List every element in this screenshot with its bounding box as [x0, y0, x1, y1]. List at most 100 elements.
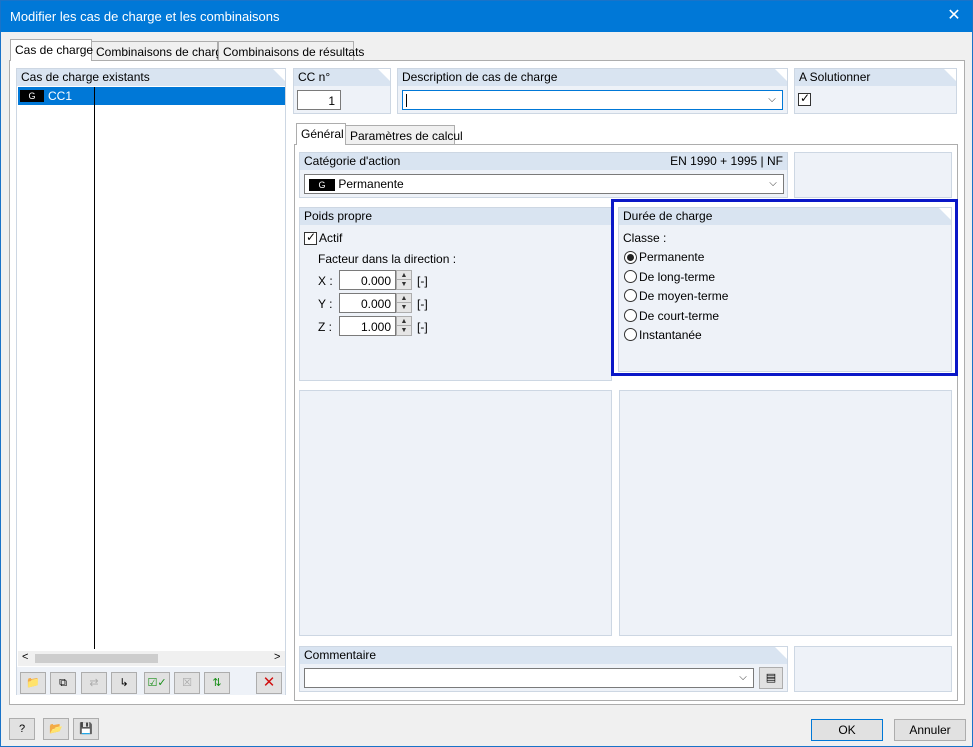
close-icon[interactable]: ✕ — [944, 6, 964, 26]
comment-combo[interactable]: ⌵ — [304, 668, 754, 688]
uncheck-icon: ☒ — [182, 677, 192, 689]
unit-label: [-] — [417, 320, 428, 334]
to-solve-panel: A Solutionner ✓ — [794, 68, 957, 114]
scroll-right-icon[interactable]: > — [274, 651, 280, 663]
axis-z-label: Z : — [318, 320, 332, 334]
self-weight-active-checkbox[interactable]: ✓ — [304, 230, 317, 245]
open-button[interactable]: 📂 — [43, 718, 69, 740]
axis-x-label: X : — [318, 274, 333, 288]
save-button[interactable]: 💾 — [73, 718, 99, 740]
self-weight-panel: Poids propre ✓ Actif Facteur dans la dir… — [299, 207, 612, 381]
empty-panel — [794, 646, 952, 692]
dialog-window: Modifier les cas de charge et les combin… — [0, 0, 973, 747]
factor-y-stepper[interactable]: ▲ ▼ — [396, 293, 412, 313]
scroll-thumb[interactable] — [35, 654, 158, 663]
spin-up-icon[interactable]: ▲ — [397, 317, 411, 326]
spin-up-icon[interactable]: ▲ — [397, 271, 411, 280]
cc-number-field[interactable]: 1 — [297, 90, 341, 110]
text-cursor — [406, 94, 407, 107]
horizontal-scrollbar[interactable]: < > — [18, 651, 285, 666]
cc-number-label: CC n° — [298, 70, 331, 84]
description-label: Description de cas de charge — [402, 70, 558, 84]
ok-button[interactable]: OK — [811, 719, 883, 741]
uncheck-button[interactable]: ☒ — [174, 672, 200, 694]
norm-label: EN 1990 + 1995 | NF — [670, 154, 783, 168]
chevron-down-icon[interactable]: ⌵ — [767, 178, 779, 190]
category-badge: G — [20, 90, 44, 102]
tab-load-cases[interactable]: Cas de charge — [10, 39, 94, 61]
renumber-button[interactable]: ⇄ — [81, 672, 107, 694]
copy-icon: ⧉ — [59, 677, 67, 689]
comment-panel: Commentaire ⌵ ▤ — [299, 646, 788, 692]
select-icon: ↳ — [119, 677, 129, 689]
new-load-case-icon: 📁 — [26, 677, 40, 689]
spin-up-icon[interactable]: ▲ — [397, 294, 411, 303]
toggle-check-icon: ⇅ — [212, 677, 222, 689]
description-panel: Description de cas de charge ⌵ — [397, 68, 788, 114]
factor-y-input[interactable]: 0.000 — [339, 293, 396, 313]
tab-calculation-parameters[interactable]: Paramètres de calcul — [345, 125, 463, 145]
chevron-down-icon[interactable]: ⌵ — [766, 94, 778, 106]
spin-down-icon[interactable]: ▼ — [397, 280, 411, 289]
delete-icon: ✕ — [262, 674, 276, 691]
library-icon: ▤ — [765, 672, 777, 684]
renumber-icon: ⇄ — [89, 677, 99, 689]
title-bar: Modifier les cas de charge et les combin… — [1, 1, 972, 32]
tab-label: Cas de charge — [15, 43, 94, 57]
select-button[interactable]: ↳ — [111, 672, 137, 694]
factor-label: Facteur dans la direction : — [318, 252, 457, 266]
empty-panel — [299, 390, 612, 636]
scroll-left-icon[interactable]: < — [22, 651, 28, 663]
delete-button[interactable]: ✕ — [256, 672, 282, 694]
factor-z-input[interactable]: 1.000 — [339, 316, 396, 336]
unit-label: [-] — [417, 297, 428, 311]
list-item[interactable]: G CC1 — [18, 87, 285, 105]
load-case-name: CC1 — [48, 89, 73, 103]
tab-label: Paramètres de calcul — [350, 129, 463, 143]
tab-load-combinations[interactable]: Combinaisons de charge — [91, 41, 229, 61]
tab-label: Général — [301, 127, 344, 141]
column-divider — [94, 87, 95, 649]
description-combo[interactable]: ⌵ — [402, 90, 783, 110]
help-button[interactable]: ? — [9, 718, 35, 740]
comment-label: Commentaire — [304, 648, 377, 662]
new-load-case-button[interactable]: 📁 — [20, 672, 46, 694]
factor-x-stepper[interactable]: ▲ ▼ — [396, 270, 412, 290]
active-label: Actif — [319, 231, 343, 245]
check-all-icon: ☑✓ — [147, 677, 167, 689]
tab-label: Combinaisons de charge — [96, 45, 229, 59]
copy-button[interactable]: ⧉ — [50, 672, 76, 694]
checkmark-icon: ✓ — [306, 230, 317, 244]
action-category-label: Catégorie d'action — [304, 154, 401, 168]
action-category-combo[interactable]: G Permanente ⌵ — [304, 174, 784, 194]
open-icon: 📂 — [49, 723, 63, 735]
unit-label: [-] — [417, 274, 428, 288]
comment-library-button[interactable]: ▤ — [759, 667, 783, 689]
chevron-down-icon[interactable]: ⌵ — [737, 672, 749, 684]
cancel-button[interactable]: Annuler — [894, 719, 966, 741]
tab-general[interactable]: Général — [296, 123, 346, 145]
check-all-button[interactable]: ☑✓ — [144, 672, 170, 694]
highlight-frame — [611, 199, 958, 376]
spin-down-icon[interactable]: ▼ — [397, 326, 411, 335]
self-weight-label: Poids propre — [304, 209, 373, 223]
empty-panel — [619, 390, 952, 636]
tab-label: Combinaisons de résultats — [223, 45, 365, 59]
to-solve-label: A Solutionner — [799, 70, 871, 84]
cc-number-panel: CC n° 1 — [293, 68, 391, 114]
to-solve-checkbox[interactable]: ✓ — [798, 91, 811, 106]
panel-header: Cas de charge existants — [17, 69, 285, 86]
factor-x-input[interactable]: 0.000 — [339, 270, 396, 290]
help-icon: ? — [18, 723, 26, 735]
factor-z-stepper[interactable]: ▲ ▼ — [396, 316, 412, 336]
toggle-check-button[interactable]: ⇅ — [204, 672, 230, 694]
checkmark-icon: ✓ — [800, 91, 811, 105]
existing-load-cases-panel: Cas de charge existants G CC1 < > — [16, 68, 286, 695]
empty-panel — [794, 152, 952, 198]
tab-result-combinations[interactable]: Combinaisons de résultats — [218, 41, 364, 61]
spin-down-icon[interactable]: ▼ — [397, 303, 411, 312]
action-category-value: Permanente — [338, 177, 404, 191]
action-category-panel: Catégorie d'action EN 1990 + 1995 | NF G… — [299, 152, 788, 198]
axis-y-label: Y : — [318, 297, 333, 311]
save-icon: 💾 — [79, 723, 93, 735]
